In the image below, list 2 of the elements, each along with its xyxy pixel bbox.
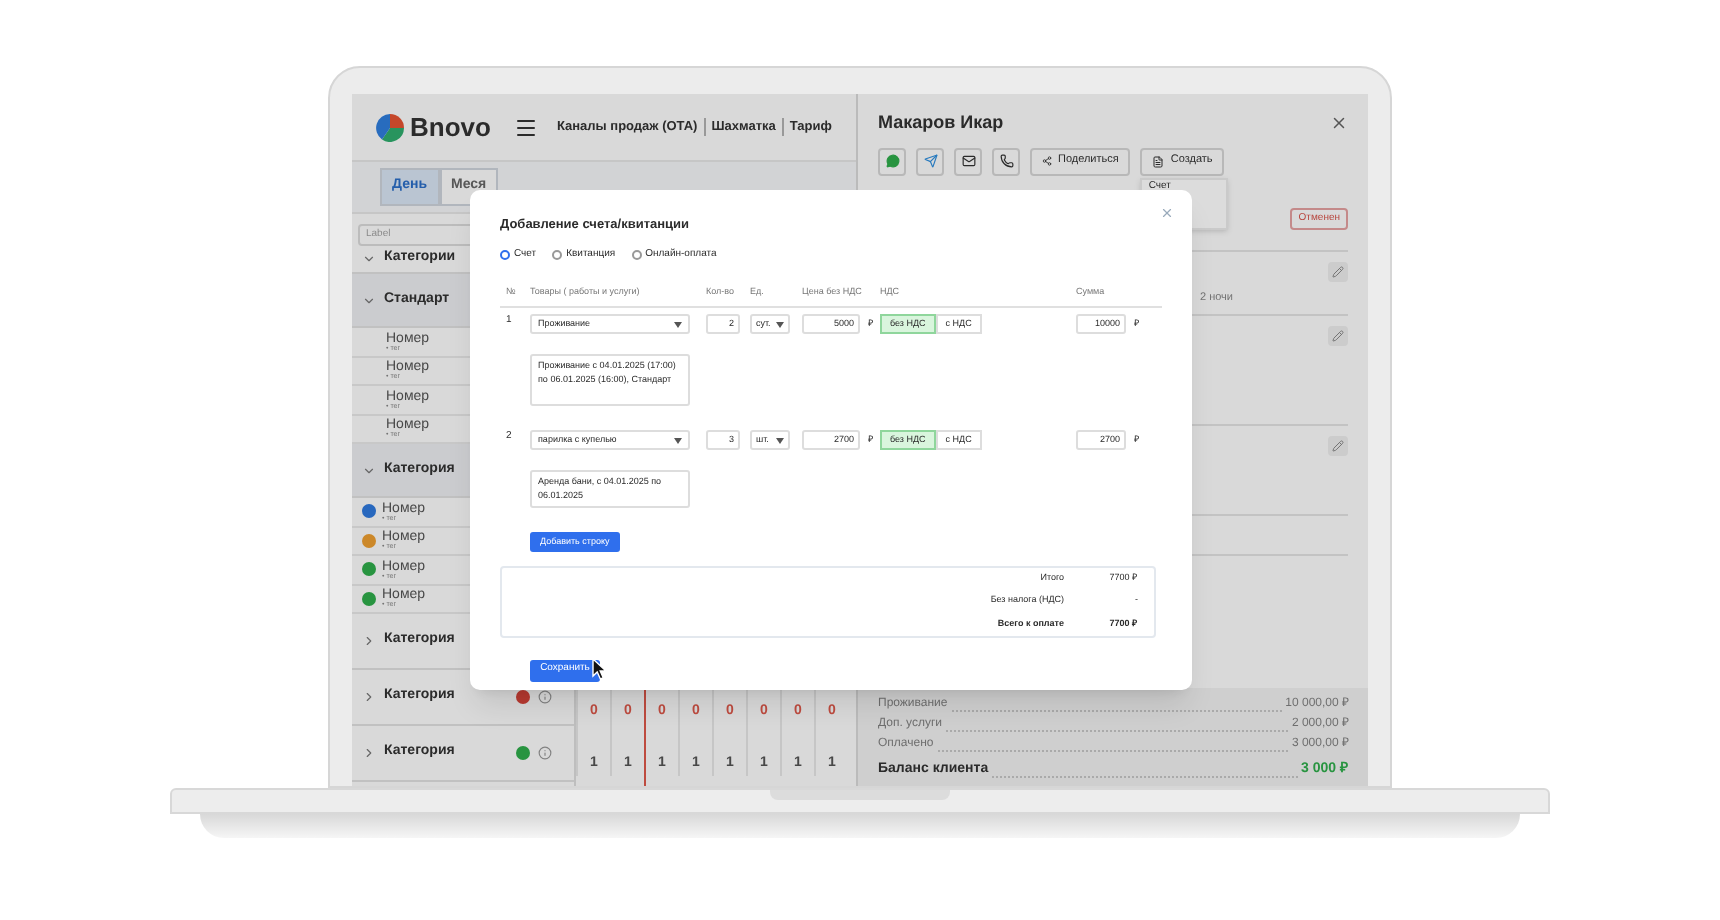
logo-text: Bnovo: [410, 109, 491, 146]
guest-name: Макаров Икар: [878, 110, 1004, 136]
